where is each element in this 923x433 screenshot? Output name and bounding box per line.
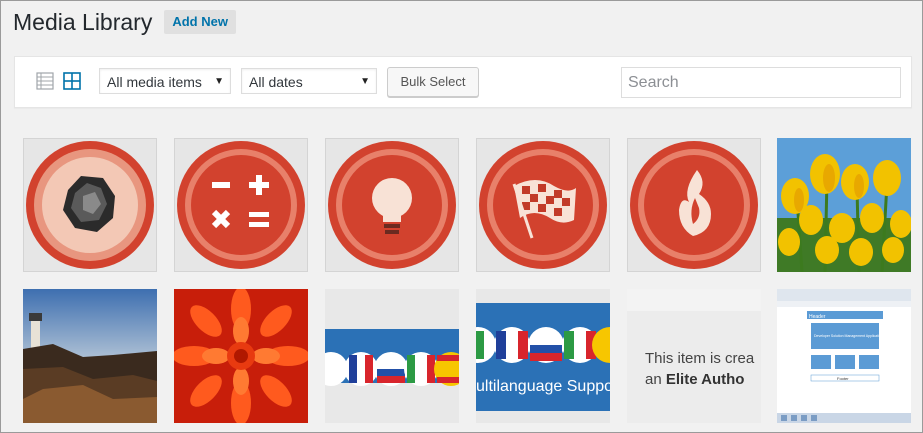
media-item-calculator[interactable] bbox=[174, 138, 308, 272]
svg-text:an Elite Autho: an Elite Autho bbox=[645, 371, 744, 388]
media-item-red-flower[interactable] bbox=[174, 289, 308, 423]
multilanguage-text: ultilanguage Suppo bbox=[476, 378, 610, 395]
media-item-checkered-flag[interactable] bbox=[476, 138, 610, 272]
media-item-lightbulb[interactable] bbox=[325, 138, 459, 272]
media-toolbar: All media items ▼ All dates ▼ Bulk Selec… bbox=[14, 56, 912, 108]
elite-author-banner: This item is crea an Elite Autho bbox=[627, 289, 761, 423]
layout-screenshot: Header Developer Solution Management App… bbox=[777, 289, 911, 423]
tulips-photo bbox=[777, 138, 911, 272]
elite-author-line2-prefix: an bbox=[645, 371, 666, 388]
media-item-flags-banner[interactable] bbox=[325, 289, 459, 423]
dropdown-arrow-icon: ▼ bbox=[360, 76, 370, 87]
media-type-filter[interactable]: All media items ▼ bbox=[99, 68, 231, 94]
media-item-lighthouse[interactable] bbox=[23, 289, 157, 423]
media-item-layout-screenshot[interactable]: Header Developer Solution Management App… bbox=[777, 289, 911, 423]
dropdown-arrow-icon: ▼ bbox=[214, 76, 224, 87]
bulk-select-button[interactable]: Bulk Select bbox=[387, 67, 479, 97]
flame-icon bbox=[630, 141, 758, 269]
media-item-multilanguage[interactable]: ultilanguage Suppo bbox=[476, 289, 610, 423]
header: Media Library Add New bbox=[13, 7, 236, 37]
media-item-crumpled-paper[interactable] bbox=[23, 138, 157, 272]
checkered-flag-icon bbox=[479, 141, 607, 269]
layout-box-text: Developer Solution Management Applicatio… bbox=[814, 334, 883, 338]
flags-banner bbox=[325, 289, 459, 423]
multilanguage-banner: ultilanguage Suppo bbox=[476, 289, 610, 423]
red-flower-photo bbox=[174, 289, 308, 423]
date-filter-value: All dates bbox=[249, 74, 303, 90]
list-view-icon[interactable] bbox=[36, 72, 54, 90]
grid-view-icon[interactable] bbox=[63, 72, 81, 90]
media-type-filter-value: All media items bbox=[107, 74, 202, 90]
media-item-tulips[interactable] bbox=[777, 138, 911, 272]
layout-header-text: Header bbox=[809, 314, 826, 320]
lightbulb-icon bbox=[328, 141, 456, 269]
add-new-button[interactable]: Add New bbox=[164, 10, 236, 34]
lighthouse-photo bbox=[23, 289, 157, 423]
elite-author-line2-bold: Elite Autho bbox=[666, 371, 745, 388]
layout-footer-text: Footer bbox=[837, 376, 849, 381]
crumpled-paper-icon bbox=[26, 141, 154, 269]
media-item-elite-author[interactable]: This item is crea an Elite Autho bbox=[627, 289, 761, 423]
search-input[interactable] bbox=[621, 67, 901, 98]
date-filter[interactable]: All dates ▼ bbox=[241, 68, 377, 94]
calculator-icon bbox=[177, 141, 305, 269]
elite-author-line1: This item is crea bbox=[645, 350, 755, 367]
page-title: Media Library bbox=[13, 9, 153, 35]
media-item-flame[interactable] bbox=[627, 138, 761, 272]
